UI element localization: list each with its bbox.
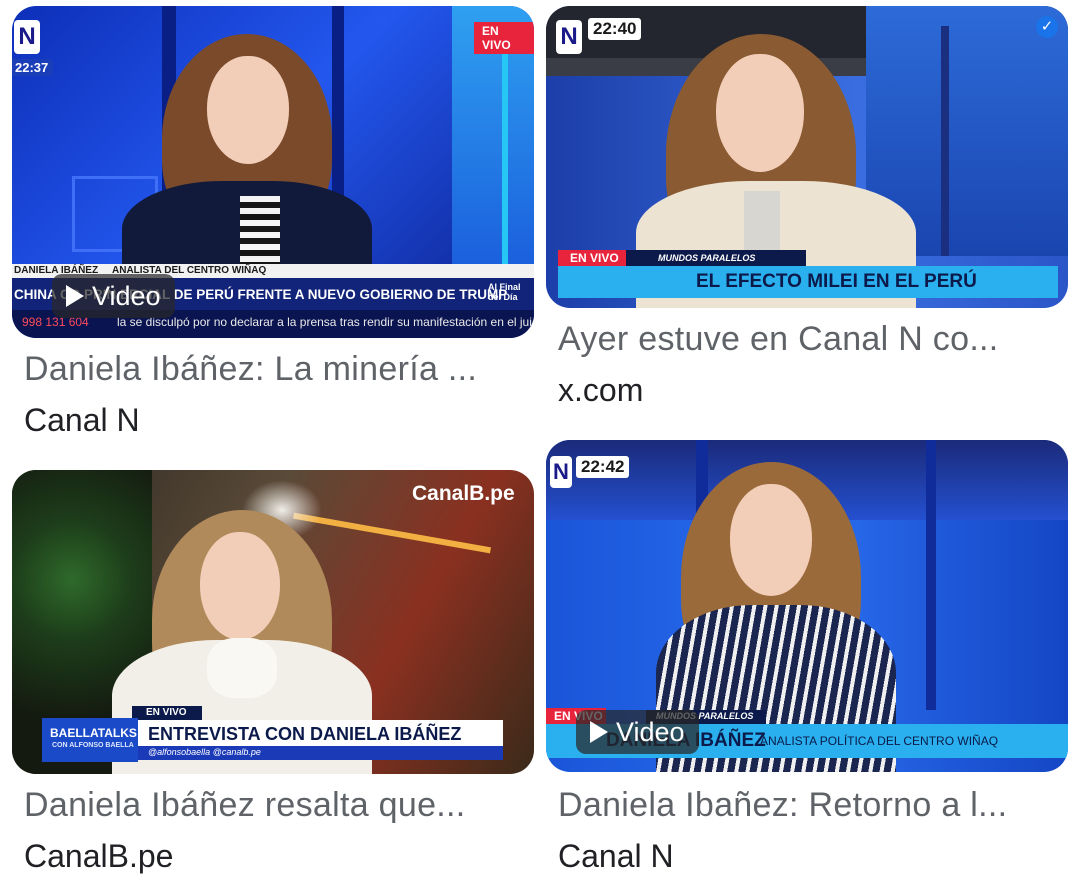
result-source-2[interactable]: x.com <box>558 372 643 409</box>
person-face <box>716 54 804 172</box>
result-card-1[interactable]: N 22:37 EN VIVO DANIELA IBÁÑEZ ANALISTA … <box>0 0 540 450</box>
person-face <box>207 56 289 164</box>
person-face <box>730 484 812 596</box>
program-label: MUNDOS PARALELOS <box>658 253 756 263</box>
result-thumbnail-3[interactable]: CanalB.pe EN VIVO BAELLATALKS CON ALFONS… <box>12 470 534 774</box>
clock: 22:37 <box>12 59 54 76</box>
result-source-1[interactable]: Canal N <box>24 402 140 439</box>
role-strip: ANALISTA POLÍTICA DEL CENTRO WIÑAQ <box>760 734 999 748</box>
person-face <box>200 532 280 640</box>
video-label: Video <box>92 280 161 311</box>
live-badge: EN VIVO <box>146 707 187 718</box>
result-title-1[interactable]: Daniela Ibáñez: La minería ... <box>24 350 477 389</box>
result-title-4[interactable]: Daniela Ibañez: Retorno a l... <box>558 786 1007 825</box>
result-card-4[interactable]: N 22:42 EN VIVO MUNDOS PARALELOS DANIELA… <box>540 440 1080 884</box>
brand-logo: CanalB.pe <box>412 482 515 505</box>
show-name: BAELLATALKS <box>50 726 137 740</box>
channel-logo: N <box>556 20 582 54</box>
result-source-3[interactable]: CanalB.pe <box>24 838 173 875</box>
channel-logo: N <box>14 20 40 54</box>
channel-logo: N <box>550 456 572 488</box>
video-badge: Video <box>576 710 699 754</box>
clock: 22:42 <box>576 456 630 478</box>
program-logo: Al Final del Día <box>488 282 521 302</box>
headline-banner: ENTREVISTA CON DANIELA IBÁÑEZ <box>148 724 462 744</box>
result-thumbnail-1[interactable]: N 22:37 EN VIVO DANIELA IBÁÑEZ ANALISTA … <box>12 6 534 338</box>
result-title-3[interactable]: Daniela Ibáñez resalta que... <box>24 786 466 825</box>
live-badge: EN VIVO <box>474 22 534 54</box>
result-card-2[interactable]: N 22:40 ✓ EN VIVO MUNDOS PARALELOS EL EF… <box>540 0 1080 450</box>
news-ticker: la se disculpó por no declarar a la pren… <box>117 315 534 329</box>
result-thumbnail-2[interactable]: N 22:40 ✓ EN VIVO MUNDOS PARALELOS EL EF… <box>546 6 1068 308</box>
show-subtitle: CON ALFONSO BAELLA <box>52 742 134 749</box>
result-card-3[interactable]: CanalB.pe EN VIVO BAELLATALKS CON ALFONS… <box>0 450 540 884</box>
video-badge: Video <box>52 274 175 318</box>
social-handles: @alfonsobaella @canalb.pe <box>148 747 261 757</box>
video-label: Video <box>616 716 685 747</box>
result-source-4[interactable]: Canal N <box>558 838 674 875</box>
play-icon <box>590 721 608 743</box>
live-badge: EN VIVO <box>570 251 619 265</box>
check-icon: ✓ <box>1036 16 1058 38</box>
headline-banner: EL EFECTO MILEI EN EL PERÚ <box>696 271 977 292</box>
clock: 22:40 <box>588 18 642 40</box>
play-icon <box>66 285 84 307</box>
result-thumbnail-4[interactable]: N 22:42 EN VIVO MUNDOS PARALELOS DANIELA… <box>546 440 1068 772</box>
result-title-2[interactable]: Ayer estuve en Canal N co... <box>558 320 999 359</box>
